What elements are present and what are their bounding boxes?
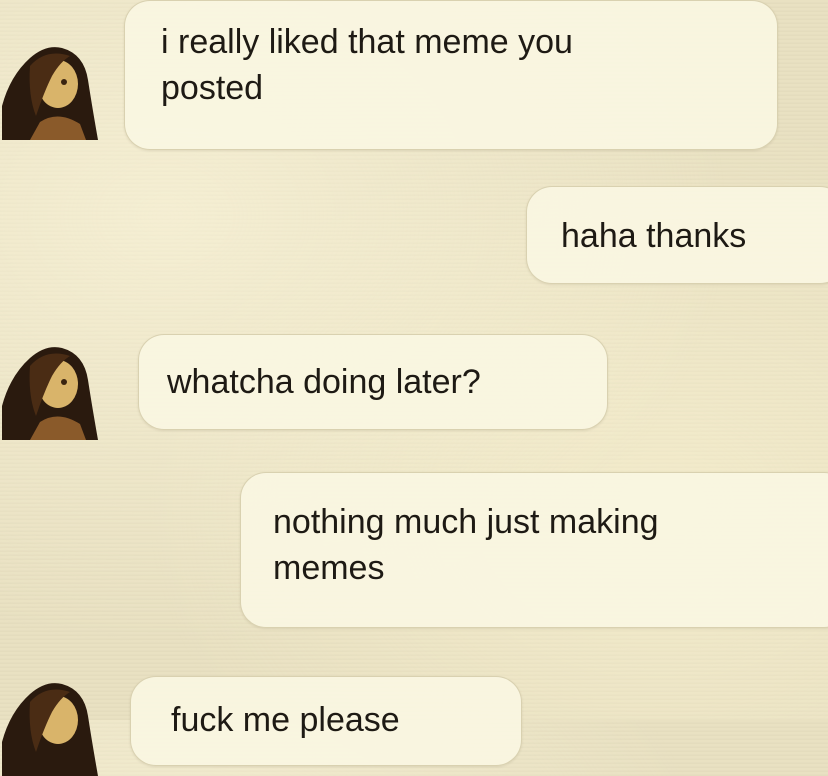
message-bubble: haha thanks	[526, 186, 828, 284]
profile-photo-icon	[2, 683, 98, 776]
chat-thread: i really liked that meme you posted haha…	[0, 0, 828, 776]
profile-photo-icon	[2, 347, 98, 440]
profile-photo-icon	[2, 47, 98, 140]
message-bubble: nothing much just making memes	[240, 472, 828, 628]
message-bubble: i really liked that meme you posted	[124, 0, 778, 150]
contact-avatar[interactable]	[0, 672, 100, 776]
contact-avatar[interactable]	[0, 36, 100, 140]
message-bubble: fuck me please	[130, 676, 522, 766]
message-bubble: whatcha doing later?	[138, 334, 608, 430]
contact-avatar[interactable]	[0, 336, 100, 440]
